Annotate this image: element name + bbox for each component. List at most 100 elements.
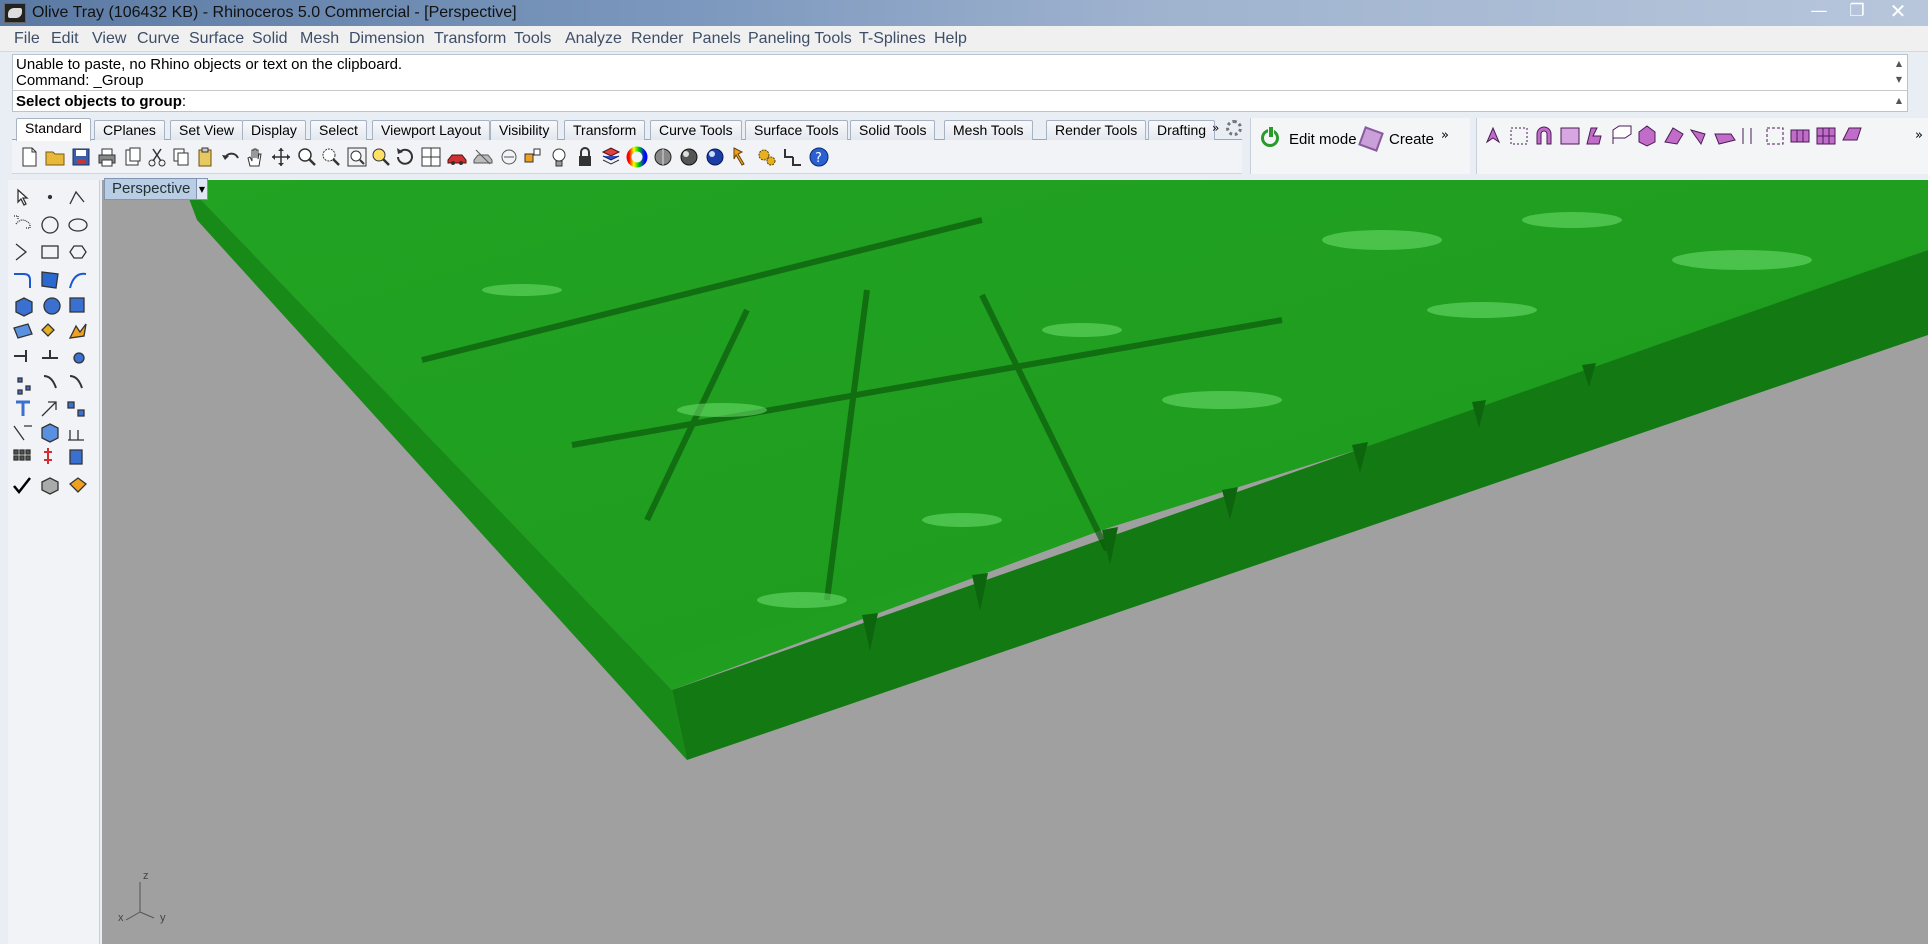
- minimize-button[interactable]: —: [1800, 0, 1838, 24]
- main-left-toolbar: [8, 180, 100, 944]
- osnap-icon[interactable]: [522, 146, 544, 168]
- new-file-icon[interactable]: [18, 146, 40, 168]
- tab-standard[interactable]: Standard: [16, 118, 91, 141]
- maximize-button[interactable]: ❐: [1838, 0, 1876, 24]
- pan-hand-icon[interactable]: [244, 146, 266, 168]
- close-button[interactable]: ✕: [1876, 0, 1920, 24]
- undo-view-icon[interactable]: [394, 146, 416, 168]
- polygon-icon: [69, 245, 87, 259]
- clipboard-icon: [69, 449, 83, 465]
- menu-help[interactable]: Help: [934, 30, 967, 48]
- menu-t-splines[interactable]: T-Splines: [859, 30, 926, 48]
- zoom-window-icon[interactable]: [320, 146, 342, 168]
- prompt-scroll-icon[interactable]: ▲: [1891, 93, 1907, 109]
- menu-solid[interactable]: Solid: [252, 30, 288, 48]
- orient-icon: [43, 375, 57, 389]
- tab-surface-tools[interactable]: Surface Tools: [745, 120, 848, 140]
- print-icon[interactable]: [96, 146, 118, 168]
- menu-view[interactable]: View: [92, 30, 126, 48]
- menu-dimension[interactable]: Dimension: [349, 30, 425, 48]
- svg-text:?: ?: [815, 151, 822, 166]
- tab-drafting[interactable]: Drafting: [1148, 120, 1216, 140]
- tsplines-panel-overflow[interactable]: »: [1441, 128, 1449, 143]
- shaded-sphere-icon[interactable]: [652, 146, 674, 168]
- tab-cplanes[interactable]: CPlanes: [94, 120, 165, 140]
- rendered-sphere-icon[interactable]: [678, 146, 700, 168]
- hide-objects-icon[interactable]: [472, 146, 494, 168]
- circle-icon: [41, 216, 59, 234]
- paste-icon[interactable]: [194, 146, 216, 168]
- open-folder-icon[interactable]: [44, 146, 66, 168]
- cylinder-icon: [69, 297, 85, 313]
- menu-analyze[interactable]: Analyze: [565, 30, 622, 48]
- tab-viewport-layout[interactable]: Viewport Layout: [372, 120, 491, 140]
- viewport-tab-perspective[interactable]: Perspective: [104, 178, 200, 200]
- color-wheel-icon[interactable]: [626, 146, 648, 168]
- display-mode-icon[interactable]: [446, 146, 468, 168]
- page-setup-icon[interactable]: [122, 146, 144, 168]
- zoom-extents-icon[interactable]: [346, 146, 368, 168]
- copy-icon[interactable]: [170, 146, 192, 168]
- menu-edit[interactable]: Edit: [51, 30, 79, 48]
- tspline-wedge-icon: [1664, 127, 1684, 145]
- history-scroll-up-icon[interactable]: ▲: [1891, 56, 1907, 72]
- menu-paneling-tools[interactable]: Paneling Tools: [748, 30, 852, 48]
- extend-icon: [14, 350, 27, 362]
- title-bar: Olive Tray (106432 KB) - Rhinoceros 5.0 …: [0, 0, 1928, 26]
- grid-snap-icon[interactable]: [782, 146, 804, 168]
- history-scroll-down-icon[interactable]: ▼: [1891, 72, 1907, 88]
- command-divider: [13, 90, 1907, 91]
- menu-panels[interactable]: Panels: [692, 30, 741, 48]
- menu-tools[interactable]: Tools: [514, 30, 551, 48]
- undo-icon[interactable]: [220, 146, 242, 168]
- menu-file[interactable]: File: [14, 30, 40, 48]
- help-icon[interactable]: ?: [808, 146, 830, 168]
- tab-visibility[interactable]: Visibility: [490, 120, 559, 140]
- toolbar-tabs: Standard CPlanes Set View Display Select…: [12, 118, 1242, 141]
- viewport-menu-dropdown-icon[interactable]: ▼: [196, 178, 208, 200]
- tabs-overflow-button[interactable]: »: [1212, 121, 1226, 139]
- create-button[interactable]: Create: [1358, 126, 1454, 152]
- tspline-box-icon: [1638, 125, 1656, 147]
- command-prompt[interactable]: Select objects to group:: [16, 93, 186, 110]
- axis-x-label: x: [118, 912, 124, 924]
- tab-render-tools[interactable]: Render Tools: [1046, 120, 1147, 140]
- tsplines-tools-panel: »: [1476, 118, 1928, 174]
- rectangle-icon: [41, 245, 59, 259]
- box-icon: [15, 297, 33, 317]
- properties-icon[interactable]: [730, 146, 752, 168]
- zoom-icon[interactable]: [296, 146, 318, 168]
- tab-curve-tools[interactable]: Curve Tools: [650, 120, 742, 140]
- rotate-view-icon[interactable]: [270, 146, 292, 168]
- perspective-viewport[interactable]: [102, 180, 1928, 944]
- zoom-selected-icon[interactable]: [370, 146, 392, 168]
- light-bulb-icon[interactable]: [548, 146, 570, 168]
- menu-transform[interactable]: Transform: [434, 30, 506, 48]
- show-objects-icon[interactable]: [498, 146, 520, 168]
- four-viewports-icon[interactable]: [420, 146, 442, 168]
- olive-tray-model[interactable]: [102, 180, 1928, 944]
- tab-transform[interactable]: Transform: [564, 120, 646, 140]
- tab-display[interactable]: Display: [242, 120, 306, 140]
- tab-mesh-tools[interactable]: Mesh Tools: [944, 120, 1033, 140]
- menu-render[interactable]: Render: [631, 30, 683, 48]
- scale-icon: [41, 401, 57, 417]
- save-icon[interactable]: [70, 146, 92, 168]
- render-sphere-icon[interactable]: [704, 146, 726, 168]
- rhino-logo-icon[interactable]: [4, 3, 26, 23]
- cut-icon[interactable]: [146, 146, 168, 168]
- menu-mesh[interactable]: Mesh: [300, 30, 339, 48]
- rotate-icon: [69, 375, 83, 389]
- tools-panel-overflow[interactable]: »: [1915, 128, 1923, 143]
- layer-icon[interactable]: [600, 146, 622, 168]
- tab-solid-tools[interactable]: Solid Tools: [850, 120, 936, 140]
- menu-surface[interactable]: Surface: [189, 30, 244, 48]
- tabs-options-gear-icon[interactable]: [1226, 120, 1242, 136]
- edit-mode-button[interactable]: Edit mode: [1257, 126, 1362, 152]
- tab-select[interactable]: Select: [310, 120, 367, 140]
- tab-set-view[interactable]: Set View: [170, 120, 243, 140]
- menu-curve[interactable]: Curve: [137, 30, 180, 48]
- lock-icon[interactable]: [574, 146, 596, 168]
- options-gears-icon[interactable]: [756, 146, 778, 168]
- fillet-curves-icon: [14, 273, 31, 288]
